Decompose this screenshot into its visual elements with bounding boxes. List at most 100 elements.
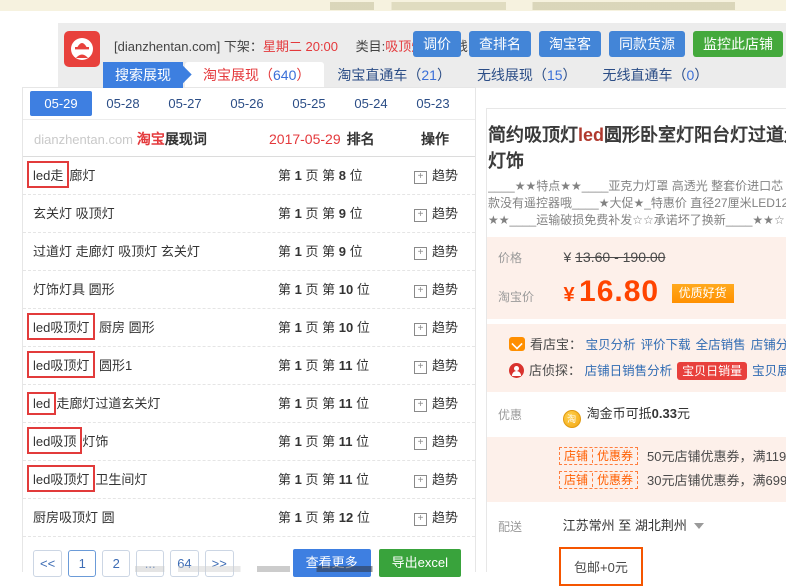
delivery-row: 配送 江苏常州 至 湖北荆州 [487,515,786,535]
coupon-block: 店铺优惠券50元店铺优惠券，满1199元 店铺优惠券30元店铺优惠券，满699元 [487,437,786,502]
tab-taobao-ztc[interactable]: 淘宝直通车（21） [324,62,464,88]
kandianbao-icon [509,337,525,351]
table-row: led走廊灯 第 1 页 第 8 位 +趋势 [23,157,475,195]
offshelf-value: 星期二 20:00 [263,39,338,54]
product-desc-line: 款没有遥控器哦____★大促★_特惠价 直径27厘米LED12 [488,195,786,212]
same-goods-button[interactable]: 同款货源 [609,31,685,57]
promo-label: 优惠 [498,406,559,423]
taocoin-value: 0.33 [652,406,677,421]
dropdown-arrow-icon[interactable] [694,523,704,529]
trend-link[interactable]: +趋势 [414,461,458,498]
item-analysis-link[interactable]: 宝贝分析 [586,338,636,352]
table-row: 灯饰灯具 圆形 第 1 页 第 10 位 +趋势 [23,271,475,309]
tab-taobao-display[interactable]: 淘宝展现（640） [185,62,324,88]
page-64-button[interactable]: 64 [170,550,198,577]
trend-link[interactable]: +趋势 [414,157,458,194]
check-rank-button[interactable]: 查排名 [469,31,531,57]
keyword-highlight-box: led吸顶灯 [27,313,95,340]
column-rank: 排名 [347,131,375,147]
product-title: 简约吸顶灯led圆形卧室灯阳台灯过道走廊 [488,122,786,148]
trend-link[interactable]: +趋势 [414,309,458,346]
export-excel-button[interactable]: 导出excel [379,549,461,577]
rank-value: 第 1 页 第 11 位 [278,461,369,498]
tab-wireless-ztc[interactable]: 无线直通车（0） [590,62,722,88]
taobaoke-button[interactable]: 淘宝客 [539,31,601,57]
kandianbao-line: 看店宝： 宝贝分析评价下载全店销售店铺分析同 [487,332,786,358]
trend-link[interactable]: +趋势 [414,195,458,232]
adjust-price-button[interactable]: 调价 [413,31,461,57]
tab-wireless-display[interactable]: 无线展现（15） [464,62,590,88]
product-desc-line: ★★____运输破损免费补发☆☆承诺坏了换新____★★☆ [488,212,786,229]
plugin-header-bar: [dianzhentan.com] 下架：星期二 20:00 类目:吸顶灯 在线… [58,23,786,88]
date-tab-05-26[interactable]: 05-26 [216,91,278,116]
coupon-text: 50元店铺优惠券，满1199元 [647,449,786,464]
trend-link[interactable]: +趋势 [414,385,458,422]
rank-value: 第 1 页 第 9 位 [278,195,363,232]
shop-domain: [dianzhentan.com] [114,39,220,54]
trend-link[interactable]: +趋势 [414,499,458,536]
free-shipping-highlight-box: 包邮+0元 [559,547,643,586]
table-row: led吸顶灯 圆形1 第 1 页 第 11 位 +趋势 [23,347,475,385]
date-tab-05-24[interactable]: 05-24 [340,91,402,116]
trend-expand-icon: + [414,513,427,526]
trend-link[interactable]: +趋势 [414,233,458,270]
keyword: 过道灯 走廊灯 吸顶灯 玄关灯 [33,233,200,270]
trend-link[interactable]: +趋势 [414,347,458,384]
shop-coupon-badge: 店铺优惠券 [559,471,638,489]
trend-link[interactable]: +趋势 [414,423,458,460]
date-tab-05-27[interactable]: 05-27 [154,91,216,116]
trend-link[interactable]: +趋势 [414,271,458,308]
page-1-button[interactable]: 1 [68,550,96,577]
price-block: 价格 ¥ 13.60 - 190.00 淘宝价 ¥ 16.80 优质好货 [487,237,786,319]
quality-badge: 优质好货 [672,284,734,303]
trend-expand-icon: + [414,323,427,336]
dianzhentan-label: 店侦探： [529,363,581,378]
keyword: 玄关灯 吸顶灯 [33,195,115,232]
taobao-price: ¥ 16.80 [563,288,659,305]
keyword-highlight-box: led [27,392,56,415]
table-header: dianzhentan.com 淘宝展现词 2017-05-29排名 操作 [23,120,475,157]
shop-sales-link[interactable]: 全店销售 [696,338,746,352]
category-label: 类目: [356,39,386,54]
display-tabs: 搜索展现 淘宝展现（640） 淘宝直通车（21） 无线展现（15） 无线直通车（… [103,62,721,88]
rank-value: 第 1 页 第 11 位 [278,385,369,422]
rank-value: 第 1 页 第 8 位 [278,157,363,194]
rank-value: 第 1 页 第 10 位 [278,271,370,308]
keyword: led吸顶灯饰 [33,423,108,460]
keyword: led吸顶灯 圆形1 [33,347,132,384]
trend-expand-icon: + [414,437,427,450]
daily-sales-analysis-link[interactable]: 店铺日销售分析 [585,364,673,378]
rank-value: 第 1 页 第 9 位 [278,233,363,270]
date-tab-05-29[interactable]: 05-29 [30,91,92,116]
rank-value: 第 1 页 第 10 位 [278,309,370,346]
page-prev-button[interactable]: << [33,550,62,577]
keyword-highlight-box: led吸顶 [27,427,82,454]
page-next-button[interactable]: >> [205,550,234,577]
item-display-words-link[interactable]: 宝贝展现词 [752,364,786,378]
item-daily-sales-badge[interactable]: 宝贝日销量 [677,362,747,380]
page-ellipsis[interactable]: ... [136,550,164,577]
monitor-shop-button[interactable]: 监控此店铺 [693,31,783,57]
date-tab-05-23[interactable]: 05-23 [402,91,464,116]
tab-search-display[interactable]: 搜索展现 [103,62,183,88]
shop-analysis-link[interactable]: 店铺分析 [751,338,786,352]
delivery-mid: 至 [618,518,631,533]
page-2-button[interactable]: 2 [102,550,130,577]
trend-expand-icon: + [414,399,427,412]
keyword: 厨房吸顶灯 圆 [33,499,115,536]
table-row: led走廊灯过道玄关灯 第 1 页 第 11 位 +趋势 [23,385,475,423]
review-download-link[interactable]: 评价下载 [641,338,691,352]
delivery-from: 江苏常州 [563,518,615,533]
delivery-to[interactable]: 湖北荆州 [635,518,687,533]
keyword-highlight-box: led吸顶灯 [27,351,95,378]
trend-expand-icon: + [414,247,427,260]
trend-expand-icon: + [414,361,427,374]
trend-expand-icon: + [414,475,427,488]
date-tab-05-25[interactable]: 05-25 [278,91,340,116]
column-action: 操作 [421,129,449,149]
rank-value: 第 1 页 第 11 位 [278,347,369,384]
date-tab-05-28[interactable]: 05-28 [92,91,154,116]
seller-tools-block: 看店宝： 宝贝分析评价下载全店销售店铺分析同 店侦探： 店铺日销售分析宝贝日销量… [487,324,786,392]
view-more-button[interactable]: 查看更多 [293,549,371,577]
table-brand-label: 淘宝 [137,131,165,147]
